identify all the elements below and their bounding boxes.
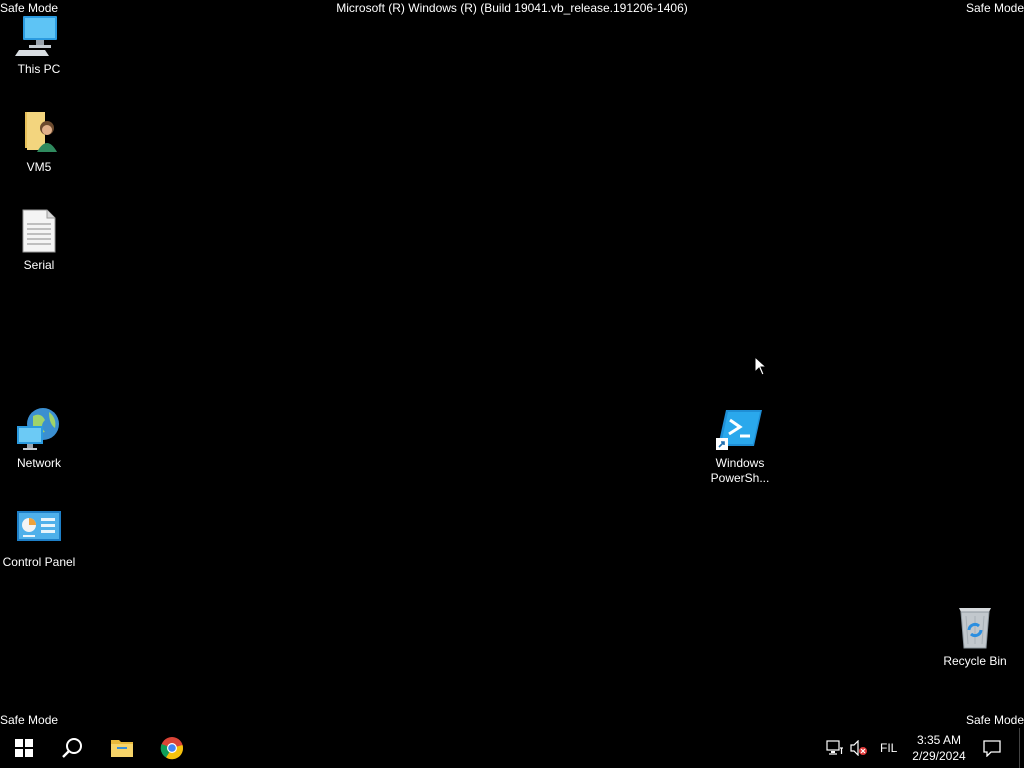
desktop-icon-this-pc[interactable]: This PC [1, 12, 77, 77]
desktop-icon-label: This PC [17, 62, 61, 76]
safe-mode-watermark-top-right: Safe Mode [965, 1, 1024, 15]
user-folder-icon [25, 112, 57, 152]
action-center-button[interactable] [980, 728, 1004, 768]
search-icon [62, 738, 82, 758]
powershell-shortcut-icon [716, 410, 762, 450]
recycle-bin-icon [959, 608, 991, 649]
volume-muted-icon [850, 740, 867, 756]
system-clock[interactable]: 3:35 AM 2/29/2024 [906, 732, 972, 764]
network-icon [826, 740, 843, 755]
desktop-icon-label: Recycle Bin [943, 654, 1007, 668]
text-document-icon [22, 209, 56, 253]
clock-date: 2/29/2024 [912, 749, 966, 763]
control-panel-icon [17, 511, 61, 541]
mouse-cursor-icon [754, 356, 768, 376]
desktop-icon-recycle-bin[interactable]: Recycle Bin [937, 604, 1013, 669]
show-desktop-button[interactable] [1019, 728, 1024, 768]
desktop-icon-control-panel[interactable]: Control Panel [1, 505, 77, 570]
clock-time: 3:35 AM [916, 733, 962, 747]
desktop-icon-network[interactable]: Network [1, 406, 77, 471]
start-icon [15, 739, 33, 757]
safe-mode-watermark-bottom-left: Safe Mode [0, 713, 59, 727]
build-watermark: Microsoft (R) Windows (R) (Build 19041.v… [336, 1, 688, 15]
network-globe-icon [17, 408, 59, 450]
desktop-icon-windows-powershell[interactable]: Windows PowerSh... [702, 406, 778, 486]
desktop-icon-label: Serial [23, 258, 55, 272]
desktop-icon-vm5[interactable]: VM5 [1, 110, 77, 175]
taskbar: FIL 3:35 AM 2/29/2024 [0, 728, 1024, 768]
tray-network-button[interactable] [826, 728, 844, 768]
file-explorer-button[interactable] [98, 728, 146, 768]
desktop-icon-label-line1: Windows [715, 456, 765, 470]
notification-icon [983, 740, 1001, 757]
chrome-icon [160, 737, 184, 760]
desktop-icon-label: Control Panel [2, 555, 76, 569]
desktop-icon-serial[interactable]: Serial [1, 208, 77, 273]
chrome-button[interactable] [148, 728, 196, 768]
desktop-icon-label-line2: PowerSh... [710, 471, 770, 485]
file-explorer-icon [111, 740, 133, 757]
tray-volume-button[interactable] [850, 728, 868, 768]
safe-mode-watermark-bottom-right: Safe Mode [965, 713, 1024, 727]
desktop-icon-label: Network [16, 456, 61, 470]
start-button[interactable] [0, 728, 48, 768]
search-button[interactable] [48, 728, 96, 768]
desktop-icon-label: VM5 [26, 160, 52, 174]
desktop-icon-label: Windows PowerSh... [702, 456, 778, 486]
input-language-indicator[interactable]: FIL [880, 728, 897, 768]
computer-icon [15, 16, 57, 56]
